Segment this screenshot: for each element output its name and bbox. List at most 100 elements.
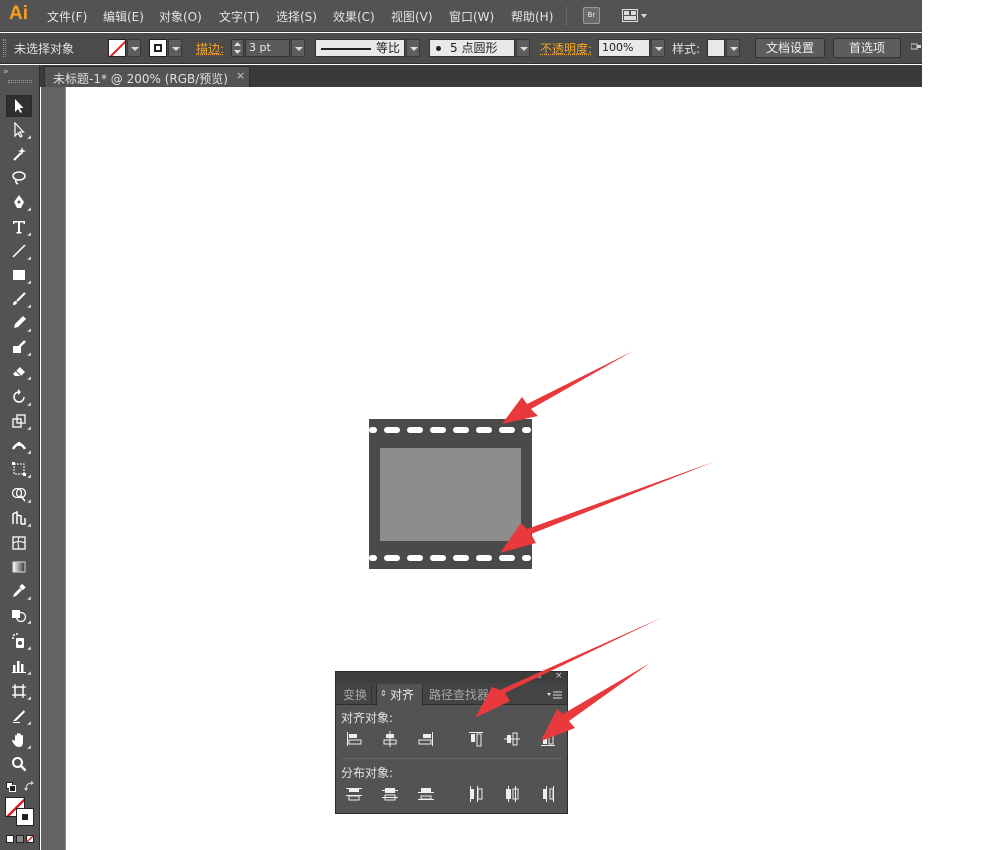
panel-menu-icon[interactable] xyxy=(547,689,563,699)
stroke-color-box[interactable] xyxy=(16,808,34,826)
blob-brush-tool[interactable] xyxy=(6,336,32,358)
perspective-grid-tool[interactable] xyxy=(6,507,32,529)
eyedropper-tool[interactable] xyxy=(6,580,32,602)
symbol-sprayer-tool[interactable] xyxy=(6,630,32,652)
distribute-vertical-center-icon[interactable] xyxy=(380,784,400,804)
collapse-toolbar-icon[interactable]: » xyxy=(3,67,9,77)
arrange-documents-button[interactable] xyxy=(622,8,650,24)
distribute-horizontal-center-icon[interactable] xyxy=(502,784,522,804)
panel-collapse-icon[interactable]: « xyxy=(537,672,542,681)
graphic-style-swatch[interactable] xyxy=(707,39,725,57)
line-segment-tool[interactable] xyxy=(6,240,32,262)
scale-tool[interactable] xyxy=(6,410,32,432)
stroke-weight-dropdown[interactable] xyxy=(291,39,305,57)
brush-select[interactable]: 5 点圆形 xyxy=(429,39,515,57)
bridge-button[interactable]: Br xyxy=(583,7,600,24)
stroke-weight-input[interactable]: 3 pt xyxy=(245,39,290,57)
gradient-tool[interactable] xyxy=(6,556,32,578)
free-transform-tool[interactable] xyxy=(6,458,32,480)
menu-view[interactable]: 视图(V) xyxy=(391,8,433,25)
tab-transform[interactable]: 变换 xyxy=(343,686,367,703)
selection-tool[interactable] xyxy=(6,95,32,117)
pencil-tool[interactable] xyxy=(6,312,32,334)
pen-tool[interactable] xyxy=(6,191,32,213)
style-label: 样式: xyxy=(672,42,701,56)
align-top-icon[interactable] xyxy=(466,729,486,749)
type-t-icon xyxy=(13,221,25,234)
blend-tool[interactable] xyxy=(6,604,32,626)
swap-fill-stroke-icon[interactable] xyxy=(24,780,36,791)
toolbar-grip[interactable] xyxy=(8,80,32,83)
control-bar-more-icon[interactable] xyxy=(910,41,921,53)
menu-type[interactable]: 文字(T) xyxy=(219,8,260,25)
width-tool[interactable] xyxy=(6,434,32,456)
align-panel-titlebar[interactable] xyxy=(336,672,567,683)
color-mode-buttons[interactable] xyxy=(6,833,36,843)
magic-wand-tool[interactable] xyxy=(6,143,32,165)
distribute-left-icon[interactable] xyxy=(466,784,486,804)
mesh-tool[interactable] xyxy=(6,532,32,554)
type-tool[interactable] xyxy=(6,216,32,238)
free-transform-icon xyxy=(12,462,26,476)
zoom-tool[interactable] xyxy=(6,753,32,775)
document-tab[interactable]: 未标题-1* @ 200% (RGB/预览) xyxy=(44,66,250,87)
graphic-style-dropdown[interactable] xyxy=(726,39,740,57)
preferences-button[interactable]: 首选项 xyxy=(833,38,901,58)
rotate-tool[interactable] xyxy=(6,386,32,408)
opacity-input[interactable]: 100% xyxy=(598,39,650,57)
distribute-bottom-icon[interactable] xyxy=(416,784,436,804)
hand-tool[interactable] xyxy=(6,729,32,751)
stroke-swatch-icon xyxy=(154,44,162,52)
document-tab-close-icon[interactable]: × xyxy=(236,69,245,82)
align-bottom-icon[interactable] xyxy=(538,729,558,749)
stroke-dropdown[interactable] xyxy=(168,39,182,57)
brush-dropdown[interactable] xyxy=(516,39,530,57)
panel-close-icon[interactable]: × xyxy=(555,671,563,681)
none-swatch-icon xyxy=(109,40,125,56)
film-screen xyxy=(380,448,521,541)
eraser-tool[interactable] xyxy=(6,360,32,382)
blend-icon xyxy=(12,610,27,623)
document-setup-button[interactable]: 文档设置 xyxy=(755,38,825,58)
stroke-label[interactable]: 描边: xyxy=(196,40,224,57)
tab-pathfinder[interactable]: 路径查找器 xyxy=(429,686,489,703)
shape-builder-tool[interactable] xyxy=(6,483,32,505)
fill-dropdown[interactable] xyxy=(127,39,141,57)
stroke-weight-stepper[interactable] xyxy=(231,39,244,57)
align-vertical-center-icon[interactable] xyxy=(502,729,522,749)
align-horizontal-center-icon[interactable] xyxy=(380,729,400,749)
menu-effect[interactable]: 效果(C) xyxy=(333,8,375,25)
perspective-grid-icon xyxy=(12,510,26,525)
stroke-swatch[interactable] xyxy=(149,39,167,57)
magic-wand-icon xyxy=(13,147,26,161)
tab-expand-arrows-icon[interactable]: ⇕ xyxy=(380,689,387,698)
distribute-top-icon[interactable] xyxy=(344,784,364,804)
menu-edit[interactable]: 编辑(E) xyxy=(103,8,144,25)
distribute-right-icon[interactable] xyxy=(538,784,558,804)
tab-align[interactable]: 对齐 xyxy=(390,686,414,703)
stroke-profile-line-icon xyxy=(321,48,371,50)
opacity-dropdown[interactable] xyxy=(651,39,665,57)
opacity-label[interactable]: 不透明度: xyxy=(540,40,592,57)
control-bar-grip[interactable] xyxy=(3,39,6,57)
menu-object[interactable]: 对象(O) xyxy=(159,8,202,25)
align-left-icon[interactable] xyxy=(344,729,364,749)
align-right-icon[interactable] xyxy=(416,729,436,749)
default-fill-stroke-icon[interactable] xyxy=(6,781,16,792)
slice-tool[interactable] xyxy=(6,705,32,727)
menu-window[interactable]: 窗口(W) xyxy=(449,8,494,25)
menu-select[interactable]: 选择(S) xyxy=(276,8,317,25)
direct-selection-tool[interactable] xyxy=(6,119,32,141)
stroke-profile-select[interactable]: 等比 xyxy=(315,39,405,57)
fill-swatch[interactable] xyxy=(108,39,126,57)
lasso-tool[interactable] xyxy=(6,167,32,189)
stroke-profile-dropdown[interactable] xyxy=(406,39,420,57)
menu-file[interactable]: 文件(F) xyxy=(47,8,87,25)
rectangle-tool[interactable] xyxy=(6,264,32,286)
menu-help[interactable]: 帮助(H) xyxy=(511,8,553,25)
column-graph-tool[interactable] xyxy=(6,655,32,677)
film-strip-artwork[interactable] xyxy=(368,418,533,570)
paintbrush-tool[interactable] xyxy=(6,288,32,310)
artboard-tool[interactable] xyxy=(6,680,32,702)
width-icon xyxy=(11,442,27,450)
